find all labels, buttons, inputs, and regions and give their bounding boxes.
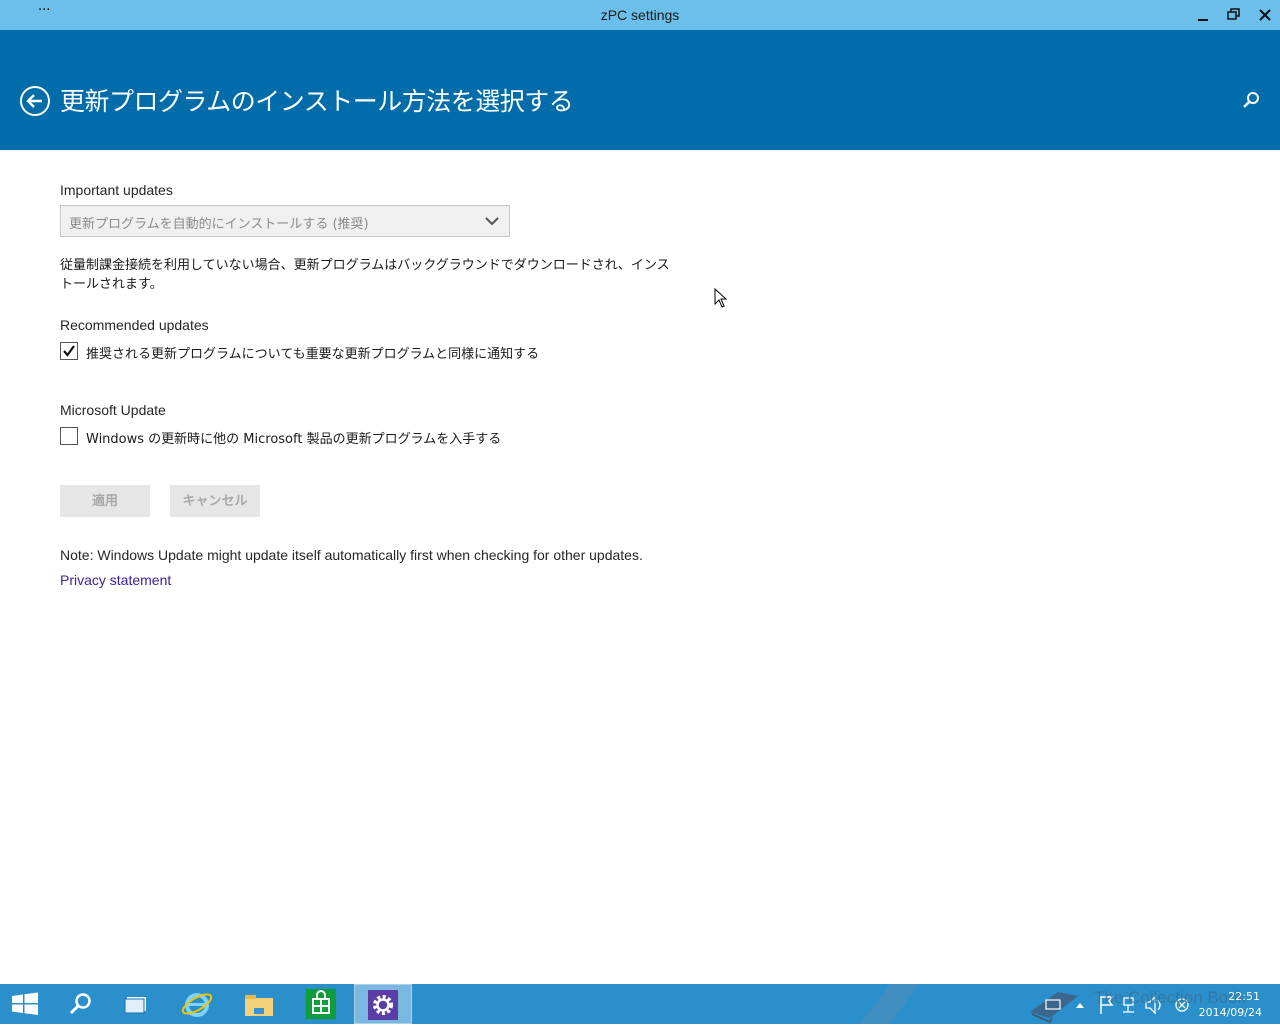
- recommended-updates-checkbox[interactable]: [60, 342, 78, 360]
- dropdown-selected-value: 更新プログラムを自動的にインストールする (推奨): [69, 217, 369, 232]
- apply-button[interactable]: 適用: [60, 485, 150, 517]
- important-updates-description: 従量制課金接続を利用していない場合、更新プログラムはバックグラウンドでダウンロー…: [60, 258, 670, 292]
- minimize-icon: [1198, 19, 1208, 21]
- minimize-button[interactable]: [1188, 0, 1218, 30]
- settings-icon: [368, 990, 398, 1020]
- internet-explorer-icon: [181, 993, 213, 1017]
- microsoft-update-checkbox[interactable]: [60, 427, 78, 445]
- cancel-button[interactable]: キャンセル: [170, 485, 260, 517]
- mouse-cursor-icon: [714, 288, 728, 308]
- taskbar: The Collection Book 22:51 2014/09/24: [0, 984, 1280, 1024]
- internet-explorer-button[interactable]: [168, 984, 226, 1024]
- window-title: zPC settings: [600, 7, 680, 23]
- chevron-up-icon: [1076, 1003, 1084, 1008]
- back-button[interactable]: [19, 85, 51, 117]
- store-icon: [306, 989, 336, 1019]
- task-view-button[interactable]: [108, 984, 166, 1024]
- page-header: 更新プログラムのインストール方法を選択する: [0, 30, 1280, 150]
- recommended-updates-label: Recommended updates: [60, 317, 209, 333]
- clock-date[interactable]: 2014/09/24: [1196, 1006, 1262, 1019]
- restore-icon: [1227, 8, 1240, 20]
- header-search-button[interactable]: [1240, 90, 1262, 112]
- file-explorer-icon: [245, 995, 273, 1016]
- important-updates-label: Important updates: [60, 182, 173, 198]
- update-note: Note: Windows Update might update itself…: [60, 547, 643, 563]
- restore-button[interactable]: [1219, 0, 1249, 30]
- store-button[interactable]: [292, 984, 350, 1024]
- task-view-icon: [124, 997, 146, 1014]
- recommended-updates-checkbox-label[interactable]: 推奨される更新プログラムについても重要な更新プログラムと同様に通知する: [86, 343, 539, 362]
- search-icon: [69, 993, 91, 1015]
- settings-button[interactable]: [354, 984, 412, 1024]
- taskbar-search-button[interactable]: [50, 984, 108, 1024]
- close-icon: [1259, 9, 1271, 21]
- microsoft-update-label: Microsoft Update: [60, 402, 166, 418]
- taskbar-decoration: [860, 984, 920, 1024]
- file-explorer-button[interactable]: [230, 984, 288, 1024]
- privacy-statement-link[interactable]: Privacy statement: [60, 572, 171, 588]
- microsoft-update-checkbox-label[interactable]: Windows の更新時に他の Microsoft 製品の更新プログラムを入手す…: [86, 428, 501, 447]
- search-icon: [1243, 92, 1259, 108]
- checkmark-icon: [63, 345, 75, 357]
- clock-time[interactable]: 22:51: [1200, 990, 1260, 1003]
- close-button[interactable]: [1250, 0, 1280, 30]
- book-logo-icon: [1030, 992, 1078, 1024]
- page-title: 更新プログラムのインストール方法を選択する: [60, 87, 574, 116]
- chevron-down-icon: [485, 217, 499, 226]
- title-bar: ··· zPC settings: [0, 0, 1280, 30]
- back-arrow-icon: [20, 86, 50, 116]
- important-updates-dropdown[interactable]: 更新プログラムを自動的にインストールする (推奨): [60, 205, 510, 237]
